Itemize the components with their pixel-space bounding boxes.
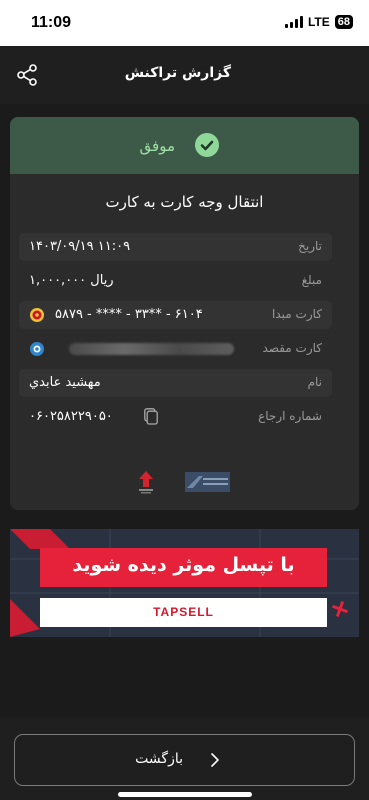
status-banner: موفق bbox=[10, 117, 359, 174]
copy-icon[interactable] bbox=[144, 408, 158, 425]
bank-logo-icon bbox=[139, 471, 153, 494]
ad-brand: TAPSELL bbox=[153, 605, 214, 619]
bank-logo-icon bbox=[30, 342, 44, 356]
row-label: مبلغ bbox=[301, 273, 322, 287]
row-label: کارت مقصد bbox=[262, 341, 322, 355]
ad-brand-box: TAPSELL bbox=[40, 598, 327, 627]
status-bar: 11:09 LTE 68 bbox=[0, 0, 369, 46]
ad-headline-box: با تپسل موثر دیده شوید bbox=[40, 548, 327, 587]
ad-headline: با تپسل موثر دیده شوید bbox=[72, 554, 295, 576]
row-value: ۰۶۰۲۵۸۲۲۹۰۵۰ bbox=[29, 409, 113, 424]
status-text: موفق bbox=[139, 137, 175, 155]
check-circle-icon bbox=[195, 133, 219, 157]
row-source-card: کارت مبدا ۵۸۷۹ - **** - ۳۳** - ۶۱۰۴ bbox=[19, 301, 332, 329]
chevron-right-icon bbox=[211, 753, 219, 767]
share-icon[interactable] bbox=[16, 64, 38, 86]
partner-logos bbox=[10, 470, 359, 495]
bottom-bar: بازگشت bbox=[0, 718, 369, 800]
ad-banner[interactable]: با تپسل موثر دیده شوید TAPSELL bbox=[10, 529, 359, 637]
row-value: مهشید عابدي bbox=[29, 375, 101, 390]
back-label: بازگشت bbox=[135, 751, 183, 767]
row-date: تاریخ ۱۴۰۳/۰۹/۱۹ ۱۱:۰۹ bbox=[19, 233, 332, 261]
row-reference: شماره ارجاع ۰۶۰۲۵۸۲۲۹۰۵۰ bbox=[19, 403, 332, 431]
page-title: گزارش تراکنش bbox=[124, 65, 231, 81]
page-header: گزارش تراکنش bbox=[0, 46, 369, 104]
home-indicator[interactable] bbox=[118, 792, 252, 797]
signal-icon bbox=[284, 16, 303, 28]
row-label: نام bbox=[307, 375, 322, 389]
row-destination-card: کارت مقصد bbox=[19, 335, 332, 363]
row-value: ۵۸۷۹ - **** - ۳۳** - ۶۱۰۴ bbox=[55, 307, 203, 322]
close-icon[interactable] bbox=[329, 598, 351, 620]
battery-icon: 68 bbox=[334, 15, 353, 29]
transaction-receipt: موفق انتقال وجه کارت به کارت تاریخ ۱۴۰۳/… bbox=[10, 117, 359, 510]
row-label: تاریخ bbox=[298, 239, 322, 253]
row-value: ۱,۰۰۰,۰۰۰ ریال bbox=[29, 273, 114, 288]
transaction-title: انتقال وجه کارت به کارت bbox=[105, 193, 264, 211]
masked-card-number bbox=[69, 343, 234, 355]
status-indicators: LTE 68 bbox=[284, 15, 353, 29]
row-label: شماره ارجاع bbox=[258, 409, 322, 423]
row-amount: مبلغ ۱,۰۰۰,۰۰۰ ریال bbox=[19, 267, 332, 295]
bank-logo-icon bbox=[30, 308, 44, 322]
row-name: نام مهشید عابدي bbox=[19, 369, 332, 397]
row-value: ۱۴۰۳/۰۹/۱۹ ۱۱:۰۹ bbox=[29, 239, 131, 254]
row-label: کارت مبدا bbox=[272, 307, 322, 321]
network-label: LTE bbox=[307, 15, 330, 29]
status-time: 11:09 bbox=[31, 14, 72, 31]
back-button[interactable]: بازگشت bbox=[14, 734, 355, 786]
network-logo-icon bbox=[185, 472, 230, 492]
